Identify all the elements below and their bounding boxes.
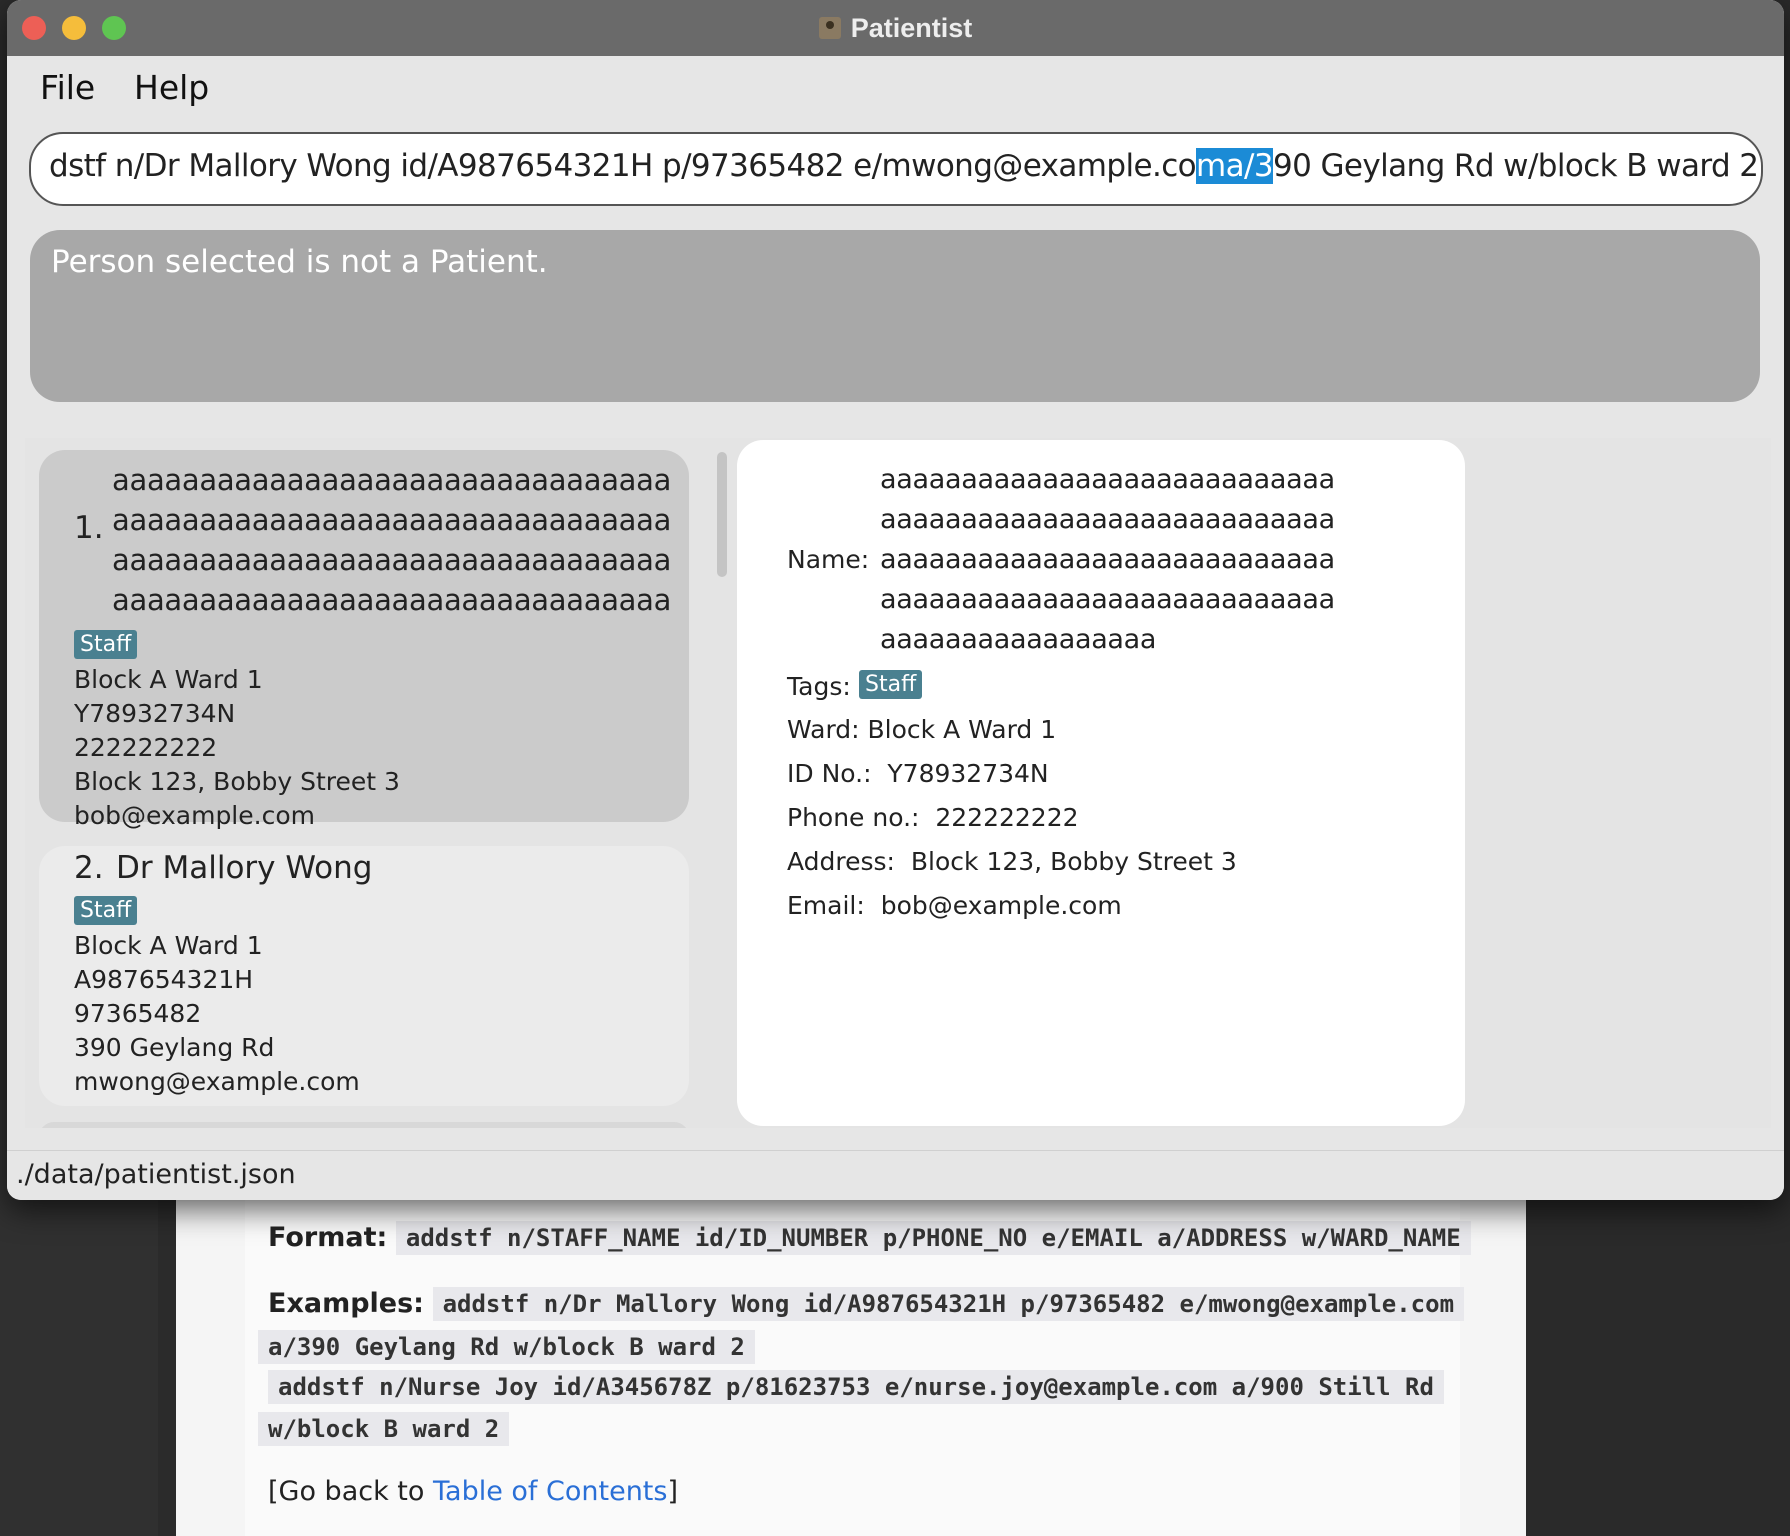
- detail-ward-value: Block A Ward 1: [867, 715, 1057, 744]
- detail-phone-label: Phone no.:: [787, 803, 920, 832]
- toc-link[interactable]: Table of Contents: [433, 1476, 667, 1507]
- person-card-partial[interactable]: [39, 1122, 689, 1128]
- detail-address-label: Address:: [787, 847, 895, 876]
- person-card[interactable]: 2. Dr Mallory Wong Staff Block A Ward 1 …: [39, 846, 689, 1106]
- person-index: 1.: [74, 510, 104, 546]
- doc-format-line: Format: addstf n/STAFF_NAME id/ID_NUMBER…: [268, 1221, 1471, 1255]
- person-ward: Block A Ward 1: [74, 665, 263, 694]
- detail-id-row: ID No.: Y78932734N: [787, 759, 1049, 788]
- doc-example2-line2: w/block B ward 2: [258, 1412, 510, 1446]
- person-phone: 97365482: [74, 999, 202, 1028]
- window-title: Patientist: [850, 12, 973, 43]
- person-id: Y78932734N: [74, 699, 236, 728]
- detail-email-label: Email:: [787, 891, 865, 920]
- person-phone: 222222222: [74, 733, 218, 762]
- detail-email-value: bob@example.com: [880, 891, 1122, 920]
- person-tag: Staff: [74, 896, 138, 925]
- person-name: Dr Mallory Wong: [116, 850, 373, 886]
- detail-ward-row: Ward: Block A Ward 1: [787, 715, 1056, 744]
- command-text[interactable]: dstf n/Dr Mallory Wong id/A987654321H p/…: [49, 148, 1759, 184]
- menu-file[interactable]: File: [40, 68, 95, 107]
- detail-email-row: Email: bob@example.com: [787, 891, 1122, 920]
- command-text-before: dstf n/Dr Mallory Wong id/A987654321H p/…: [49, 148, 1197, 184]
- app-window: Patientist File Help dstf n/Dr Mallory W…: [7, 0, 1784, 1200]
- app-icon: [818, 17, 841, 39]
- person-name: aaaaaaaaaaaaaaaaaaaaaaaaaaaaaaaaaaaaaaaa…: [112, 463, 672, 657]
- person-address: 390 Geylang Rd: [74, 1033, 275, 1062]
- data-file-path: ./data/patientist.json: [16, 1159, 296, 1190]
- list-scrollbar[interactable]: [717, 452, 727, 577]
- detail-tag: Staff: [859, 670, 923, 699]
- menu-help[interactable]: Help: [134, 68, 209, 107]
- detail-address-value: Block 123, Bobby Street 3: [910, 847, 1237, 876]
- detail-name-value: aaaaaaaaaaaaaaaaaaaaaaaaaaaaaaaaaaaaaaaa…: [880, 464, 1335, 655]
- result-display: Person selected is not a Patient.: [30, 230, 1760, 402]
- doc-examples-label: Examples:: [268, 1288, 424, 1319]
- doc-example2-line1: addstf n/Nurse Joy id/A345678Z p/8162375…: [268, 1370, 1444, 1404]
- person-id: A987654321H: [74, 965, 254, 994]
- doc-back-suffix: ]: [667, 1476, 679, 1507]
- person-detail-panel: Name: aaaaaaaaaaaaaaaaaaaaaaaaaaaaaaaaaa…: [737, 440, 1465, 1126]
- person-tag: Staff: [74, 630, 138, 659]
- detail-id-value: Y78932734N: [887, 759, 1049, 788]
- title-bar: Patientist: [7, 0, 1784, 56]
- command-input[interactable]: dstf n/Dr Mallory Wong id/A987654321H p/…: [29, 132, 1763, 206]
- doc-back-line: [Go back to Table of Contents]: [268, 1476, 678, 1507]
- detail-ward-label: Ward:: [787, 715, 860, 744]
- detail-phone-row: Phone no.: 222222222: [787, 803, 1079, 832]
- doc-format-label: Format:: [268, 1222, 388, 1253]
- status-bar: ./data/patientist.json: [7, 1150, 1784, 1200]
- doc-example1-line1: addstf n/Dr Mallory Wong id/A987654321H …: [432, 1287, 1465, 1321]
- detail-id-label: ID No.:: [787, 759, 872, 788]
- doc-format-code: addstf n/STAFF_NAME id/ID_NUMBER p/PHONE…: [395, 1221, 1471, 1255]
- command-text-selection: ma/3: [1196, 148, 1274, 184]
- person-ward: Block A Ward 1: [74, 931, 263, 960]
- person-address: Block 123, Bobby Street 3: [74, 767, 400, 796]
- detail-address-row: Address: Block 123, Bobby Street 3: [787, 847, 1237, 876]
- detail-name-label: Name:: [787, 545, 870, 574]
- person-email: bob@example.com: [74, 801, 315, 830]
- doc-example1-line2: a/390 Geylang Rd w/block B ward 2: [258, 1330, 755, 1364]
- detail-tags-label: Tags:: [787, 672, 851, 701]
- result-message: Person selected is not a Patient.: [51, 244, 548, 280]
- person-email: mwong@example.com: [74, 1067, 360, 1096]
- person-list-panel[interactable]: 1. aaaaaaaaaaaaaaaaaaaaaaaaaaaaaaaaaaaaa…: [29, 440, 713, 1128]
- title-group: Patientist: [7, 0, 1784, 56]
- command-text-after: 90 Geylang Rd w/block B ward 2: [1272, 148, 1759, 184]
- person-index: 2.: [74, 850, 104, 886]
- person-card[interactable]: 1. aaaaaaaaaaaaaaaaaaaaaaaaaaaaaaaaaaaaa…: [39, 450, 689, 830]
- doc-examples-line: Examples: addstf n/Dr Mallory Wong id/A9…: [268, 1287, 1465, 1321]
- doc-back-prefix: [Go back to: [268, 1476, 433, 1507]
- detail-phone-value: 222222222: [935, 803, 1079, 832]
- menu-bar: File Help: [7, 56, 1784, 122]
